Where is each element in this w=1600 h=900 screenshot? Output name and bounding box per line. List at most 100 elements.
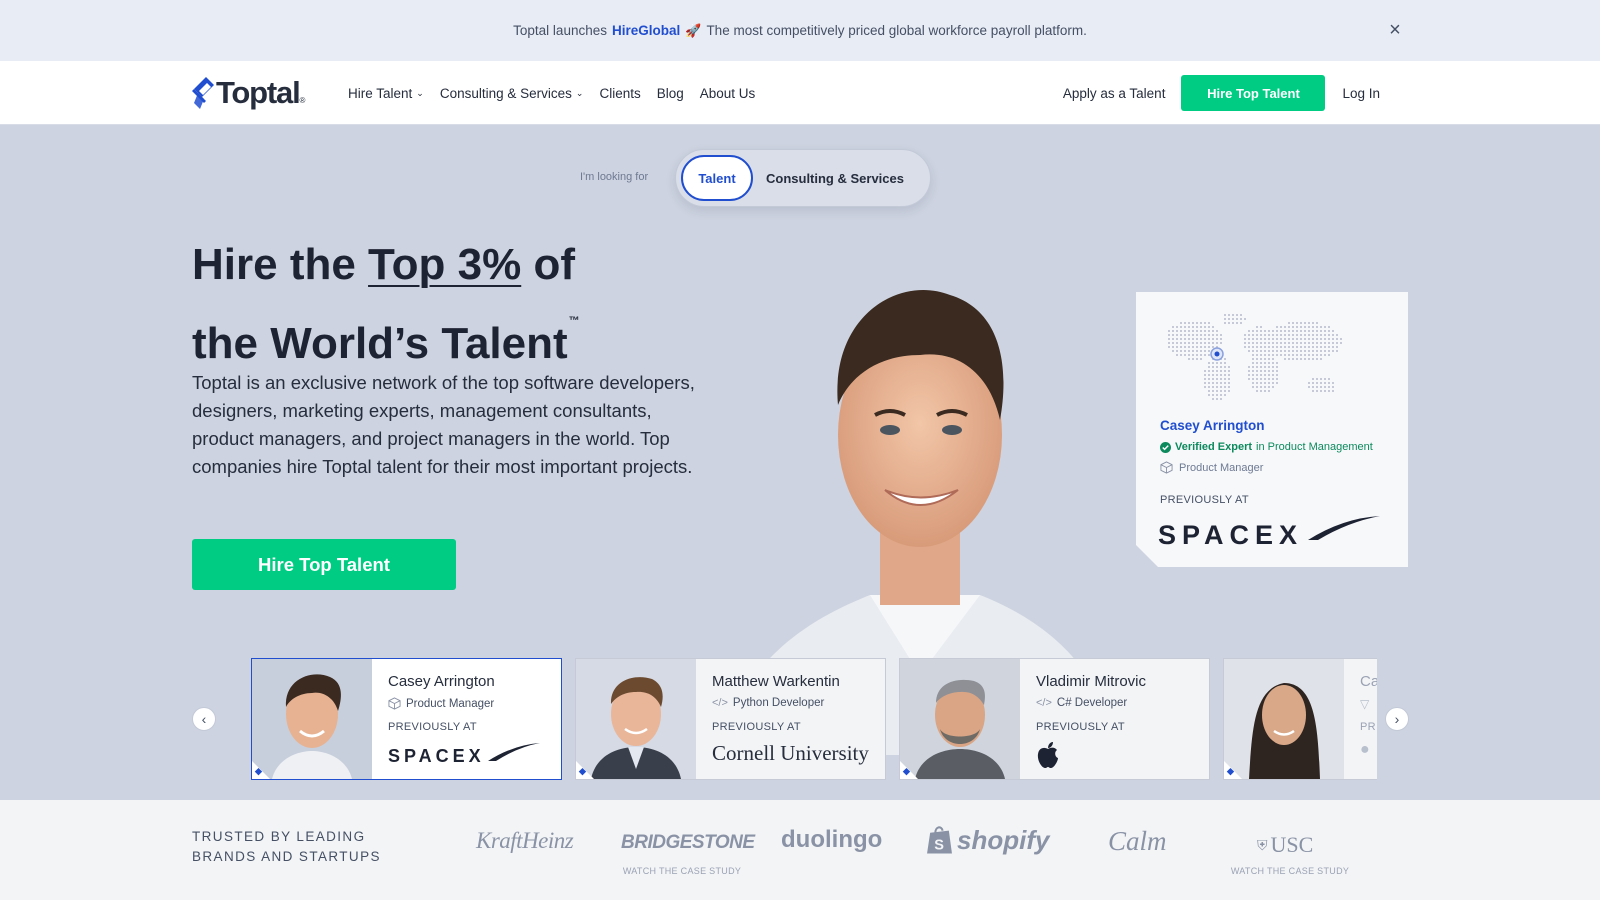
hero-headline: Hire the Top 3% of the World’s Talent™ (192, 237, 752, 372)
nav-label: Consulting & Services (439, 85, 572, 101)
previously-at-label: PR (1360, 721, 1376, 733)
toptal-mark-icon: ◆ (1227, 766, 1234, 776)
toptal-mark-icon: ◆ (903, 766, 910, 776)
spacex-logo: SPACEX (388, 743, 540, 766)
nav-label: Hire Talent (348, 85, 413, 101)
talent-photo (900, 659, 1020, 779)
headline-line2: the World’s Talent (192, 319, 568, 368)
world-map-icon (1158, 312, 1358, 404)
role-text: C# Developer (1056, 697, 1128, 709)
trusted-label: TRUSTED BY LEADING BRANDS AND STARTUPS (192, 829, 381, 864)
announcement-bar: Toptal launches HireGlobal 🚀 The most co… (0, 0, 1600, 61)
hero-hire-button[interactable]: Hire Top Talent (192, 539, 456, 590)
headline-post: of (521, 240, 575, 289)
previously-at-label: PREVIOUSLY AT (388, 721, 477, 733)
code-icon: </> (1036, 697, 1052, 709)
announcement-text: The most competitively priced global wor… (706, 23, 1087, 38)
usc-wordmark: USC (1270, 832, 1314, 857)
toptal-mark-icon: ◆ (255, 766, 262, 776)
shield-icon: ⛨ (1257, 836, 1268, 853)
svg-text:SPACEX: SPACEX (1158, 520, 1303, 548)
previously-at-label: PREVIOUSLY AT (1036, 721, 1125, 733)
filter-icon: ▽ (1360, 697, 1370, 711)
hero-lead: Toptal is an exclusive network of the to… (192, 372, 695, 477)
talent-card[interactable]: ◆ Ca ▽ PR ● (1223, 658, 1377, 780)
talent-name: Matthew Warkentin (712, 673, 840, 690)
hire-top-talent-button[interactable]: Hire Top Talent (1181, 75, 1326, 111)
kraftheinz-logo: KraftHeinz (476, 828, 574, 853)
info-card-role: Product Manager (1160, 461, 1263, 474)
verified-label: Verified Expert (1175, 441, 1253, 453)
svg-text:SPACEX: SPACEX (388, 746, 485, 766)
audience-toggle: Talent Consulting & Services (675, 149, 931, 207)
talent-info-card[interactable]: Casey Arrington Verified Expert in Produ… (1136, 292, 1408, 567)
spacex-logo: SPACEX (1158, 514, 1383, 548)
toptal-mark-icon: ◆ (579, 766, 586, 776)
chevron-down-icon: ⌄ (575, 87, 584, 98)
company-logo: ● (1360, 741, 1370, 758)
trademark-mark: ™ (568, 315, 580, 327)
logo-registered-mark: ® (299, 95, 306, 105)
bridgestone-logo[interactable]: BRIDGESTONE (621, 832, 755, 854)
headline-pre: Hire the (192, 240, 369, 289)
watch-case-study-link[interactable]: WATCH THE CASE STUDY (1215, 866, 1365, 876)
nav-clients[interactable]: Clients (599, 86, 640, 101)
talent-card[interactable]: ◆ Vladimir Mitrovic </> C# Developer PRE… (899, 658, 1210, 780)
talent-carousel: ◆ Casey Arrington Product Manager PREVIO… (250, 658, 1377, 780)
looking-for-label: I'm looking for (580, 171, 649, 183)
cube-icon (388, 697, 401, 710)
previously-at-label: PREVIOUSLY AT (1160, 494, 1249, 506)
talent-photo (1224, 659, 1344, 779)
duolingo-logo: duolingo (781, 826, 883, 853)
nav-label: Clients (599, 85, 641, 101)
login-link[interactable]: Log In (1342, 86, 1380, 101)
verified-in: in Product Management (1256, 441, 1373, 453)
apply-as-talent-link[interactable]: Apply as a Talent (1063, 86, 1166, 101)
talent-role: </> Python Developer (712, 697, 824, 709)
role-text: Python Developer (732, 697, 825, 709)
toggle-talent[interactable]: Talent (681, 155, 753, 201)
hireglobal-link[interactable]: HireGlobal (612, 23, 680, 38)
talent-name: Vladimir Mitrovic (1036, 673, 1147, 690)
talent-card[interactable]: ◆ Matthew Warkentin </> Python Developer… (575, 658, 886, 780)
talent-photo (252, 659, 372, 779)
talent-photo (576, 659, 696, 779)
hero-section: I'm looking for Talent Consulting & Serv… (0, 125, 1600, 800)
nav-label: About Us (699, 85, 756, 101)
verified-expert-badge: Verified Expert in Product Management (1160, 441, 1373, 453)
svg-text:S: S (934, 837, 944, 853)
site-header: Toptal ® Hire Talent ⌄ Consulting & Serv… (0, 61, 1600, 125)
talent-role: ▽ (1360, 697, 1369, 711)
shopify-logo: S shopify (926, 824, 1049, 856)
nav-consulting-services[interactable]: Consulting & Services ⌄ (440, 86, 584, 101)
toggle-consulting-services[interactable]: Consulting & Services (766, 155, 904, 201)
previously-at-label: PREVIOUSLY AT (712, 721, 801, 733)
talent-name: Casey Arrington (388, 673, 495, 690)
toptal-mark-icon (192, 77, 214, 109)
main-nav: Hire Talent ⌄ Consulting & Services ⌄ Cl… (348, 61, 755, 125)
nav-hire-talent[interactable]: Hire Talent ⌄ (348, 86, 424, 101)
talent-name: Ca (1360, 673, 1377, 690)
usc-logo[interactable]: ⛨ USC (1257, 832, 1313, 858)
talent-card[interactable]: ◆ Casey Arrington Product Manager PREVIO… (251, 658, 562, 780)
chevron-right-icon[interactable]: › (1385, 707, 1409, 731)
cornell-logo: Cornell University (712, 741, 869, 765)
headline-top3: Top 3% (368, 240, 522, 289)
nav-label: Blog (656, 85, 684, 101)
watch-case-study-link[interactable]: WATCH THE CASE STUDY (607, 866, 757, 876)
talent-role: </> C# Developer (1036, 697, 1127, 709)
shopify-wordmark: shopify (957, 824, 1050, 855)
nav-blog[interactable]: Blog (657, 86, 684, 101)
close-icon[interactable]: × (1387, 20, 1403, 40)
logo-text: Toptal (216, 75, 301, 110)
verified-check-icon (1160, 442, 1171, 453)
shopify-bag-icon: S (927, 826, 952, 854)
announcement-prefix: Toptal launches (513, 23, 607, 38)
nav-about-us[interactable]: About Us (700, 86, 756, 101)
role-text: Product Manager (1179, 461, 1264, 474)
trusted-brands-strip: TRUSTED BY LEADING BRANDS AND STARTUPS K… (0, 800, 1600, 900)
chevron-left-icon[interactable]: ‹ (192, 707, 216, 731)
code-icon: </> (712, 697, 728, 709)
role-text: Product Manager (406, 697, 495, 710)
toptal-logo[interactable]: Toptal ® (192, 75, 306, 110)
